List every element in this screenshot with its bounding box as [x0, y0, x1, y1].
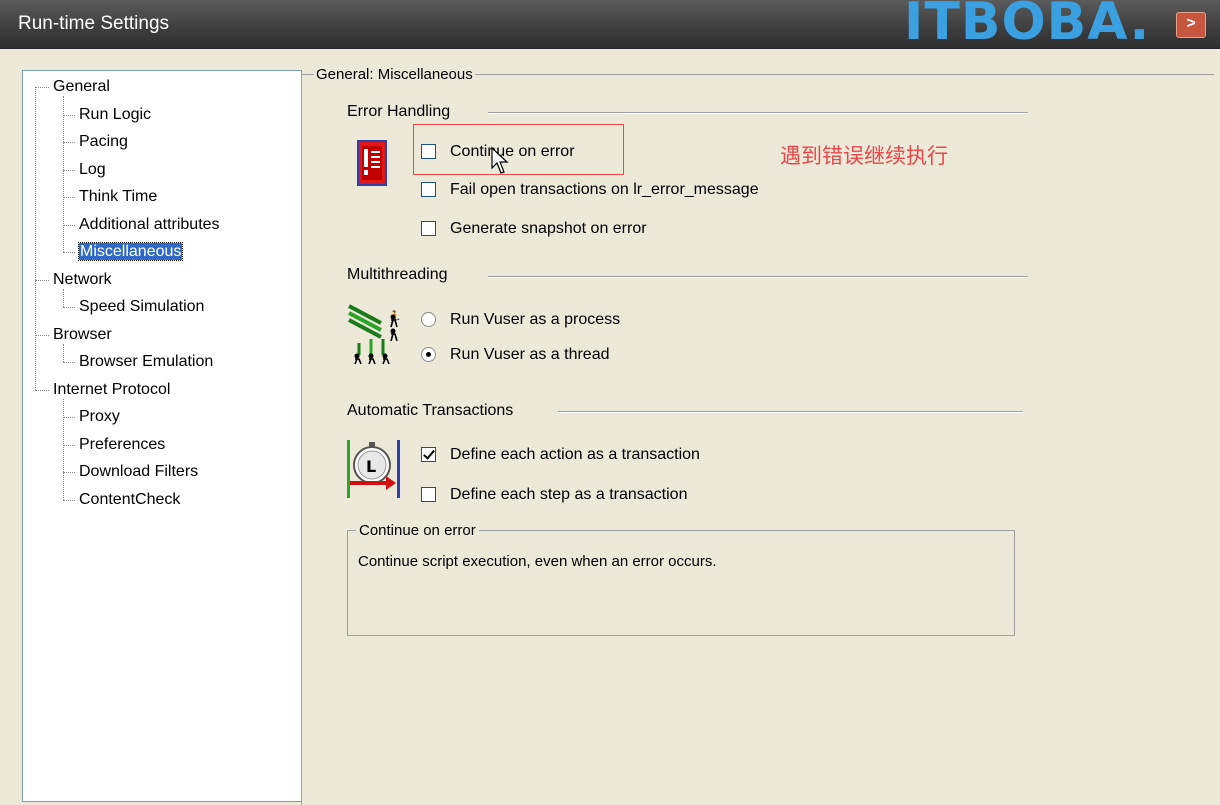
tree-connector	[35, 279, 49, 281]
tree-connector	[63, 417, 75, 418]
tree-item-label: Run Logic	[79, 105, 152, 123]
description-text: Continue script execution, even when an …	[358, 553, 717, 570]
multithreading-icon: 🏃	[347, 303, 403, 370]
tree-item-label: Additional attributes	[79, 215, 220, 233]
fail-open-transactions-checkbox[interactable]: Fail open transactions on lr_error_messa…	[421, 178, 759, 202]
define-action-box[interactable]	[421, 447, 436, 463]
error-handling-icon	[357, 140, 387, 191]
tree-item-label: Miscellaneous	[77, 242, 184, 261]
tree-connector	[63, 307, 75, 308]
automatic-transactions-separator	[558, 411, 1023, 413]
define-action-checkbox[interactable]: Define each action as a transaction	[421, 443, 700, 467]
tree-connector	[63, 398, 64, 500]
error-handling-separator	[488, 112, 1028, 114]
define-step-checkbox[interactable]: Define each step as a transaction	[421, 483, 687, 507]
settings-tree: General Run Logic Pacing Log Think Time Addit…	[22, 70, 302, 802]
tree-item-label: Browser	[53, 325, 112, 343]
tree-item-label: ContentCheck	[79, 490, 181, 508]
tree-item-label: Speed Simulation	[79, 298, 205, 315]
define-action-label: Define each action as a transaction	[450, 446, 700, 463]
tree-item-label: Preferences	[79, 435, 166, 453]
tree-item-label: Think Time	[79, 188, 158, 205]
tree-item-label: Internet Protocol	[53, 380, 171, 398]
tree-connector	[63, 288, 64, 307]
tree-item[interactable]: Pacing	[79, 131, 128, 153]
tree-item[interactable]: Internet Protocol	[53, 379, 170, 401]
tree-connector	[63, 499, 75, 501]
run-as-thread-radio[interactable]: Run Vuser as a thread	[421, 343, 610, 367]
tree-item-label: Pacing	[79, 133, 128, 150]
multithreading-separator	[488, 276, 1028, 278]
tree-connector	[63, 472, 75, 473]
tree-item[interactable]: Download Filters	[79, 461, 198, 483]
watermark-text: ITBOBA.	[904, 0, 1151, 52]
tree-item[interactable]: Speed Simulation	[79, 296, 204, 318]
close-button[interactable]: >	[1176, 12, 1206, 38]
tree-item[interactable]: Browser Emulation	[79, 351, 213, 373]
tree-connector	[63, 197, 75, 198]
error-handling-title: Error Handling	[347, 103, 451, 120]
tree-item-label: Download Filters	[79, 463, 199, 480]
multithreading-title: Multithreading	[347, 266, 448, 283]
tree-connector	[63, 96, 64, 252]
tree-connector	[63, 169, 75, 171]
fail-open-transactions-label: Fail open transactions on lr_error_messa…	[450, 181, 759, 198]
annotation-text: 遇到错误继续执行	[780, 144, 948, 168]
tree-item-label: Browser Emulation	[79, 353, 214, 370]
tree-item[interactable]: Proxy	[79, 406, 120, 428]
tree-item[interactable]: Think Time	[79, 186, 157, 208]
tree-connector	[63, 224, 75, 226]
generate-snapshot-label: Generate snapshot on error	[450, 220, 647, 237]
tree-connector	[63, 362, 75, 363]
watermark-logo: ITBOBA.	[904, 0, 1150, 52]
run-as-process-label: Run Vuser as a process	[450, 311, 621, 328]
tree-connector	[35, 389, 49, 391]
tree-connector	[35, 87, 36, 390]
run-as-thread-button[interactable]	[421, 347, 436, 363]
window-title: Run-time Settings	[18, 13, 170, 34]
run-as-thread-label: Run Vuser as a thread	[450, 346, 610, 363]
mouse-cursor-icon	[490, 146, 514, 181]
tree-item[interactable]: ContentCheck	[79, 489, 180, 511]
tree-item[interactable]: Log	[79, 159, 106, 181]
define-step-label: Define each step as a transaction	[450, 486, 688, 503]
run-as-process-radio[interactable]: Run Vuser as a process	[421, 308, 620, 332]
description-box: Continue on error Continue script execut…	[347, 522, 1015, 636]
tree-connector	[63, 252, 75, 253]
tree-item[interactable]: Miscellaneous	[77, 241, 184, 263]
group-title: General: Miscellaneous	[314, 66, 475, 83]
highlight-box	[413, 124, 624, 175]
tree-item-label: General	[53, 78, 110, 95]
generate-snapshot-checkbox[interactable]: Generate snapshot on error	[421, 217, 647, 241]
tree-item-label: Log	[79, 160, 106, 178]
fail-open-transactions-box[interactable]	[421, 182, 436, 198]
tree-connector	[63, 114, 75, 116]
tree-item[interactable]: General	[53, 76, 110, 98]
generate-snapshot-box[interactable]	[421, 221, 436, 237]
tree-item-label: Network	[53, 270, 112, 288]
tree-item[interactable]: Additional attributes	[79, 214, 220, 236]
tree-item-label: Proxy	[79, 408, 120, 425]
svg-text:L: L	[366, 457, 376, 476]
tree-item[interactable]: Browser	[53, 324, 112, 346]
description-title: Continue on error	[356, 522, 479, 539]
tree-connector	[63, 444, 75, 446]
tree-item[interactable]: Network	[53, 269, 112, 291]
tree-connector	[35, 334, 49, 336]
tree-item[interactable]: Preferences	[79, 434, 165, 456]
transaction-timer-icon: L	[346, 440, 402, 503]
automatic-transactions-title: Automatic Transactions	[347, 402, 514, 419]
run-as-process-button[interactable]	[421, 312, 436, 328]
title-bar: Run-time Settings ITBOBA. >	[0, 0, 1220, 52]
define-step-box[interactable]	[421, 487, 436, 503]
tree-item[interactable]: Run Logic	[79, 104, 151, 126]
tree-connector	[63, 142, 75, 143]
tree-connector	[35, 87, 49, 88]
tree-connector	[63, 343, 64, 362]
